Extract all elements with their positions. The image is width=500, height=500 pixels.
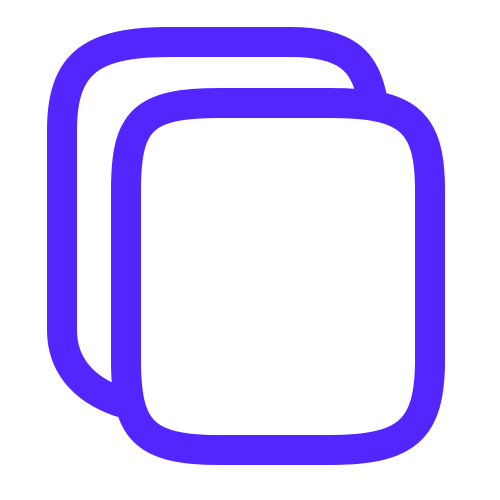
copy-icon — [47, 27, 445, 465]
icon-canvas — [0, 0, 500, 500]
front-card-outline — [111, 88, 445, 465]
